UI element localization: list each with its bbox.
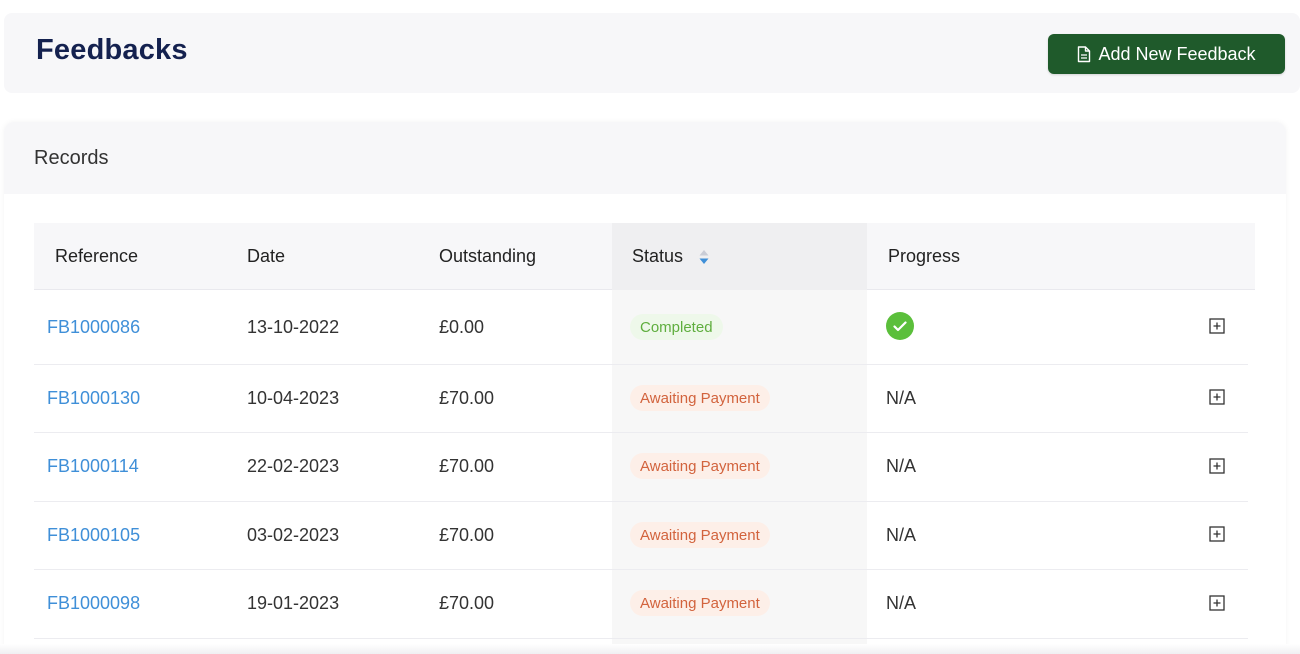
column-header-reference[interactable]: Reference xyxy=(55,246,138,267)
row-divider xyxy=(34,501,1248,502)
outstanding-cell: £0.00 xyxy=(439,317,485,337)
outstanding-cell: £70.00 xyxy=(439,593,495,613)
progress-cell: N/A xyxy=(886,388,917,408)
document-icon xyxy=(1077,45,1091,63)
date-cell: 19-01-2023 xyxy=(247,593,340,613)
progress-cell: N/A xyxy=(886,593,917,613)
add-new-feedback-button[interactable]: Add New Feedback xyxy=(1048,34,1285,74)
expand-row-icon[interactable] xyxy=(1209,526,1225,542)
records-panel-header: Records xyxy=(4,122,1286,194)
outstanding-cell: £70.00 xyxy=(439,388,495,408)
reference-link[interactable]: FB1000086 xyxy=(47,317,140,338)
date-cell: 13-10-2022 xyxy=(247,317,340,337)
date-cell: 22-02-2023 xyxy=(247,456,340,476)
sort-icon[interactable] xyxy=(698,249,710,270)
row-divider xyxy=(34,364,1248,365)
progress-cell: N/A xyxy=(886,456,917,476)
page-title: Feedbacks xyxy=(36,34,188,66)
row-divider xyxy=(34,638,1248,639)
column-header-date[interactable]: Date xyxy=(247,246,285,267)
reference-link[interactable]: FB1000105 xyxy=(47,525,140,546)
row-divider xyxy=(34,569,1248,570)
outstanding-cell: £70.00 xyxy=(439,525,495,545)
row-divider xyxy=(34,432,1248,433)
date-cell: 10-04-2023 xyxy=(247,388,340,408)
expand-row-icon[interactable] xyxy=(1209,595,1225,611)
status-badge: Awaiting Payment xyxy=(630,453,770,479)
reference-link[interactable]: FB1000098 xyxy=(47,593,140,614)
column-header-progress[interactable]: Progress xyxy=(888,246,960,267)
expand-row-icon[interactable] xyxy=(1209,458,1225,474)
expand-row-icon[interactable] xyxy=(1209,389,1225,405)
expand-row-icon[interactable] xyxy=(1209,318,1225,334)
outstanding-cell: £70.00 xyxy=(439,456,495,476)
status-badge: Completed xyxy=(630,314,723,340)
reference-link[interactable]: FB1000114 xyxy=(47,456,139,477)
progress-cell: N/A xyxy=(886,525,917,545)
check-icon xyxy=(886,312,914,340)
column-header-status[interactable]: Status xyxy=(632,246,683,267)
add-new-feedback-label: Add New Feedback xyxy=(1098,43,1256,64)
date-cell: 03-02-2023 xyxy=(247,525,340,545)
status-badge: Awaiting Payment xyxy=(630,590,770,616)
status-badge: Awaiting Payment xyxy=(630,522,770,548)
column-header-outstanding[interactable]: Outstanding xyxy=(439,246,536,267)
page-bottom-edge xyxy=(0,644,1300,654)
records-title: Records xyxy=(34,147,109,169)
status-badge: Awaiting Payment xyxy=(630,385,770,411)
reference-link[interactable]: FB1000130 xyxy=(47,388,140,409)
